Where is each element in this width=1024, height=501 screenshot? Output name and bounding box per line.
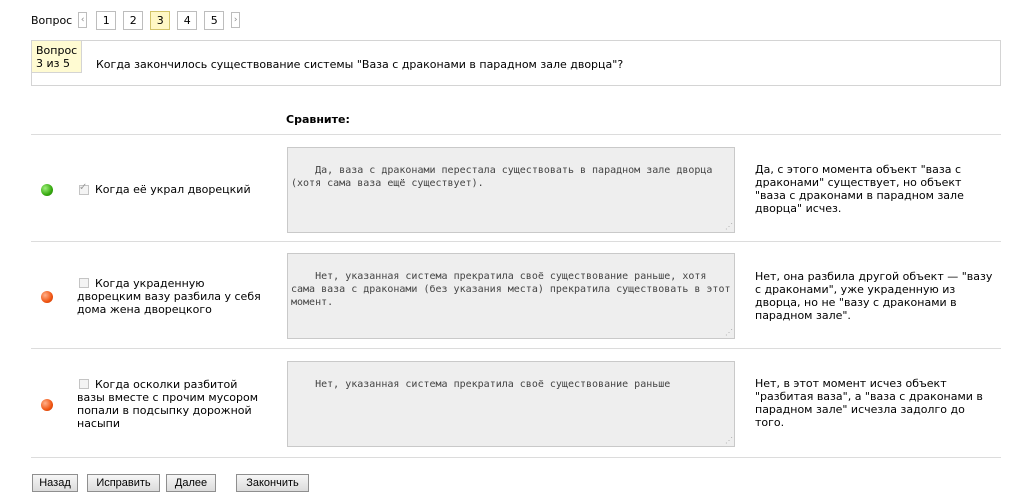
pager-page-2[interactable]: 2 xyxy=(123,10,144,30)
pager-page-5[interactable]: 5 xyxy=(204,10,225,30)
compare-header: Сравните: xyxy=(286,113,350,126)
answer-label: Когда осколки разбитой вазы вместе с про… xyxy=(77,378,259,430)
answer-checkbox[interactable]: ✓ xyxy=(79,182,89,195)
question-text: Когда закончилось существование системы … xyxy=(96,58,624,71)
question-box: Вопрос 3 из 5 Когда закончилось существо… xyxy=(31,40,1001,86)
answer-response-textarea[interactable]: Нет, указанная система прекратила своё с… xyxy=(287,253,735,339)
pager-page-1[interactable]: 1 xyxy=(96,10,117,30)
next-button[interactable]: Далее xyxy=(166,474,216,492)
answer-label: Когда украденную дворецким вазу разбила … xyxy=(77,277,261,316)
pager-page-4[interactable]: 4 xyxy=(177,10,198,30)
question-pager: Вопрос ‹ 1 2 3 4 5 › xyxy=(31,10,241,30)
answer-row: Когда осколки разбитой вазы вместе с про… xyxy=(31,349,1001,457)
answer-response-textarea[interactable]: Да, ваза с драконами перестала существов… xyxy=(287,147,735,233)
answer-response-text: Нет, указанная система прекратила своё с… xyxy=(315,379,671,390)
pager-prev-button[interactable]: ‹ xyxy=(78,12,88,28)
finish-button[interactable]: Закончить xyxy=(236,474,309,492)
back-button[interactable]: Назад xyxy=(32,474,78,492)
answer-row: ✓ Когда её украл дворецкий Да, ваза с др… xyxy=(31,135,1001,241)
correct-status-icon xyxy=(41,184,53,196)
wrong-status-icon xyxy=(41,291,53,303)
fix-button[interactable]: Исправить xyxy=(87,474,160,492)
question-badge-label: Вопрос xyxy=(36,44,78,57)
answer-explanation: Нет, в этот момент исчез объект "разбита… xyxy=(755,377,983,429)
checkmark-icon: ✓ xyxy=(79,182,88,193)
answer-row: Когда украденную дворецким вазу разбила … xyxy=(31,242,1001,348)
answer-response-textarea[interactable]: Нет, указанная система прекратила своё с… xyxy=(287,361,735,447)
resize-grip-icon[interactable]: ⋰ xyxy=(725,437,733,445)
answer-response-text: Нет, указанная система прекратила своё с… xyxy=(291,271,731,308)
wrong-status-icon xyxy=(41,399,53,411)
resize-grip-icon[interactable]: ⋰ xyxy=(725,223,733,231)
resize-grip-icon[interactable]: ⋰ xyxy=(725,329,733,337)
pager-next-button[interactable]: › xyxy=(231,12,241,28)
question-badge-count: 3 из 5 xyxy=(36,57,70,70)
answer-explanation: Нет, она разбила другой объект — "вазу с… xyxy=(755,270,993,322)
question-number-badge: Вопрос 3 из 5 xyxy=(32,41,82,73)
answer-label: Когда её украл дворецкий xyxy=(95,183,251,196)
pager-page-3[interactable]: 3 xyxy=(150,10,171,30)
answer-explanation: Да, с этого момента объект "ваза с драко… xyxy=(755,163,964,215)
answer-response-text: Да, ваза с драконами перестала существов… xyxy=(291,165,719,189)
pager-label: Вопрос xyxy=(31,13,73,27)
divider xyxy=(31,457,1001,458)
